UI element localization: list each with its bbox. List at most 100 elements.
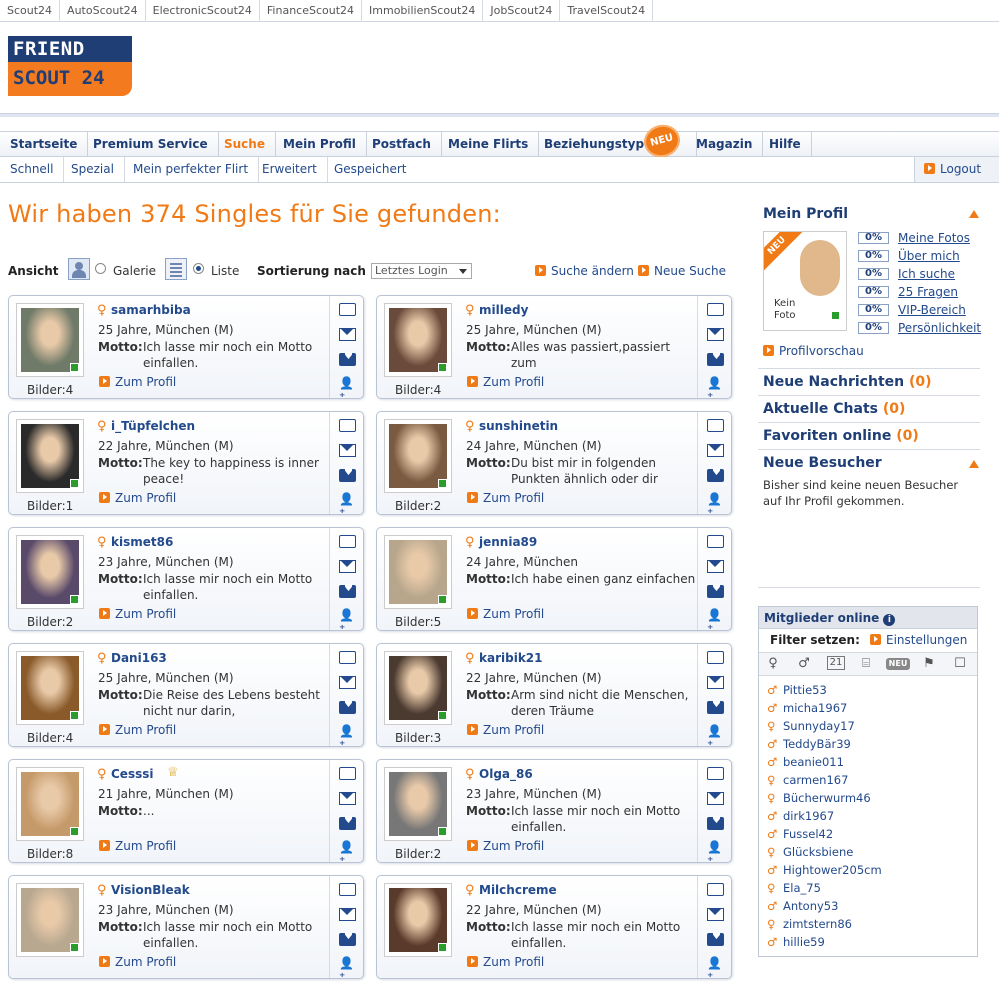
- logout-button[interactable]: Logout: [914, 157, 999, 182]
- mail-icon[interactable]: [707, 328, 724, 341]
- galerie-radio[interactable]: [95, 263, 106, 274]
- network-link[interactable]: TravelScout24: [560, 0, 654, 22]
- flirt-icon[interactable]: [707, 583, 724, 598]
- gallery-view-icon[interactable]: [68, 258, 90, 280]
- add-contact-icon[interactable]: 👤⁺: [707, 492, 724, 520]
- add-contact-icon[interactable]: 👤⁺: [339, 724, 356, 752]
- suche-aendern-link[interactable]: Suche ändern: [535, 264, 634, 278]
- nav-mein-profil[interactable]: Mein Profil: [273, 132, 367, 157]
- chat-icon[interactable]: [339, 767, 356, 780]
- network-link[interactable]: JobScout24: [483, 0, 561, 22]
- add-contact-icon[interactable]: 👤⁺: [339, 840, 356, 868]
- chat-icon[interactable]: [339, 883, 356, 896]
- network-link[interactable]: Scout24: [0, 0, 61, 22]
- mail-icon[interactable]: [707, 560, 724, 573]
- add-contact-icon[interactable]: 👤⁺: [707, 376, 724, 404]
- profile-section-link[interactable]: Ich suche: [898, 267, 955, 281]
- mail-icon[interactable]: [339, 908, 356, 921]
- zum-profil-link[interactable]: Zum Profil: [467, 607, 544, 621]
- nav-suche[interactable]: Suche: [214, 132, 276, 157]
- camera-filter-icon[interactable]: ⌸: [857, 656, 875, 672]
- profile-name[interactable]: i_Tüpfelchen: [111, 419, 195, 433]
- subnav-schnell[interactable]: Schnell: [0, 157, 65, 182]
- add-contact-icon[interactable]: 👤⁺: [707, 840, 724, 868]
- nav-postfach[interactable]: Postfach: [362, 132, 442, 157]
- male-filter-icon[interactable]: ♂: [795, 656, 813, 672]
- chat-filter-icon[interactable]: ☐: [951, 656, 969, 672]
- profilvorschau-link[interactable]: Profilvorschau: [763, 344, 864, 358]
- chat-icon[interactable]: [339, 651, 356, 664]
- profile-name[interactable]: karibik21: [479, 651, 543, 665]
- profile-photo[interactable]: [384, 651, 452, 725]
- chat-icon[interactable]: [707, 303, 724, 316]
- chat-icon[interactable]: [339, 303, 356, 316]
- calendar-filter-icon[interactable]: 21: [827, 656, 845, 670]
- mail-icon[interactable]: [707, 792, 724, 805]
- profile-photo[interactable]: [384, 535, 452, 609]
- profile-photo[interactable]: [16, 419, 84, 493]
- online-member[interactable]: ♀ zimtstern86: [767, 917, 852, 931]
- collapse-icon[interactable]: [969, 460, 979, 468]
- online-member[interactable]: ♂ Antony53: [767, 899, 838, 913]
- online-member[interactable]: ♂ beanie011: [767, 755, 844, 769]
- flirt-icon[interactable]: [707, 931, 724, 946]
- profile-name[interactable]: sunshinetin: [479, 419, 558, 433]
- chat-icon[interactable]: [707, 651, 724, 664]
- mail-icon[interactable]: [339, 676, 356, 689]
- chat-icon[interactable]: [339, 535, 356, 548]
- profile-photo[interactable]: [16, 535, 84, 609]
- chat-icon[interactable]: [339, 419, 356, 432]
- add-contact-icon[interactable]: 👤⁺: [339, 492, 356, 520]
- profile-section-link[interactable]: 25 Fragen: [898, 285, 958, 299]
- profile-name[interactable]: jennia89: [479, 535, 537, 549]
- profile-name[interactable]: VisionBleak: [111, 883, 190, 897]
- profile-section-link[interactable]: Persönlichkeit: [898, 321, 981, 335]
- neue-suche-link[interactable]: Neue Suche: [638, 264, 726, 278]
- profile-name[interactable]: Dani163: [111, 651, 167, 665]
- zum-profil-link[interactable]: Zum Profil: [99, 375, 176, 389]
- flirt-icon[interactable]: [339, 931, 356, 946]
- profile-photo[interactable]: [16, 883, 84, 957]
- info-icon[interactable]: i: [883, 614, 896, 626]
- favoriten-online-section[interactable]: Favoriten online (0): [758, 422, 980, 449]
- mail-icon[interactable]: [707, 676, 724, 689]
- add-contact-icon[interactable]: 👤⁺: [707, 724, 724, 752]
- profile-name[interactable]: Cesssi: [111, 767, 154, 781]
- online-member[interactable]: ♂ Hightower205cm: [767, 863, 882, 877]
- online-member[interactable]: ♂ Fussel42: [767, 827, 833, 841]
- subnav-erweitert[interactable]: Erweitert: [252, 157, 328, 182]
- online-member[interactable]: ♀ carmen167: [767, 773, 848, 787]
- profile-section-link[interactable]: Meine Fotos: [898, 231, 970, 245]
- aktuelle-chats-section[interactable]: Aktuelle Chats (0): [758, 395, 980, 422]
- zum-profil-link[interactable]: Zum Profil: [467, 839, 544, 853]
- nav-premium-service[interactable]: Premium Service: [83, 132, 219, 157]
- zum-profil-link[interactable]: Zum Profil: [99, 839, 176, 853]
- subnav-gespeichert[interactable]: Gespeichert: [324, 157, 417, 182]
- mail-icon[interactable]: [339, 444, 356, 457]
- zum-profil-link[interactable]: Zum Profil: [99, 491, 176, 505]
- online-member[interactable]: ♀ Sunnyday17: [767, 719, 855, 733]
- flirt-icon[interactable]: [339, 351, 356, 366]
- nav-magazin[interactable]: Magazin: [686, 132, 764, 157]
- zum-profil-link[interactable]: Zum Profil: [467, 723, 544, 737]
- nav-hilfe[interactable]: Hilfe: [759, 132, 812, 157]
- chat-icon[interactable]: [707, 767, 724, 780]
- chat-icon[interactable]: [707, 535, 724, 548]
- mail-icon[interactable]: [707, 444, 724, 457]
- flirt-icon[interactable]: [339, 467, 356, 482]
- flag-filter-icon[interactable]: ⚑: [920, 656, 938, 672]
- zum-profil-link[interactable]: Zum Profil: [467, 955, 544, 969]
- nav-meine-flirts[interactable]: Meine Flirts: [438, 132, 540, 157]
- zum-profil-link[interactable]: Zum Profil: [467, 491, 544, 505]
- add-contact-icon[interactable]: 👤⁺: [707, 956, 724, 984]
- profile-section-link[interactable]: VIP-Bereich: [898, 303, 966, 317]
- profile-photo[interactable]: [16, 767, 84, 841]
- network-link[interactable]: ElectronicScout24: [146, 0, 260, 22]
- chat-icon[interactable]: [707, 883, 724, 896]
- profile-photo-placeholder[interactable]: NEU Kein Foto: [763, 231, 847, 331]
- profile-photo[interactable]: [384, 883, 452, 957]
- flirt-icon[interactable]: [707, 467, 724, 482]
- profile-photo[interactable]: [384, 303, 452, 377]
- chat-icon[interactable]: [707, 419, 724, 432]
- add-contact-icon[interactable]: 👤⁺: [339, 608, 356, 636]
